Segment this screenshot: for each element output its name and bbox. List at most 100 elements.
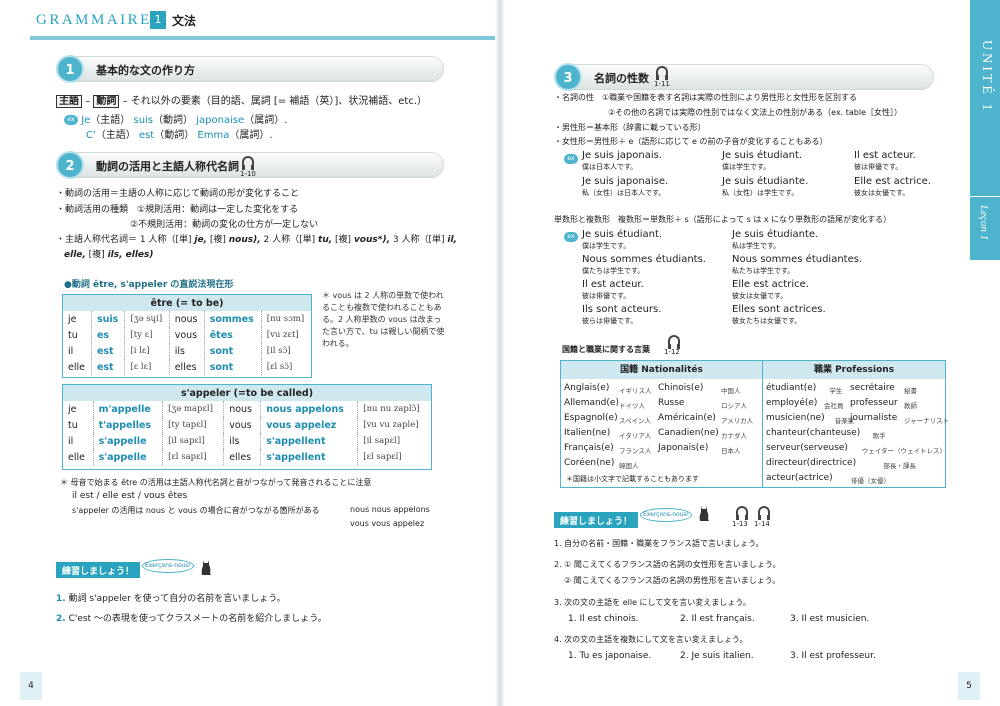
section-1-title: 基本的な文の作り方: [96, 64, 195, 77]
conjugation-row: elle s'appelle [ɛl sapɛl] elles s'appellent[…: [63, 449, 431, 465]
profession-jp: 会社員: [824, 402, 844, 410]
subject-pronoun: elle: [63, 449, 94, 465]
example-french: Je suis japonaise.: [582, 176, 669, 187]
nationality-jp: ドイツ人: [619, 402, 645, 410]
txt: 3 人称（[単]: [392, 235, 445, 245]
nationality-jp: 日本人: [721, 447, 741, 455]
practice-tag: 練習しましょう！: [554, 512, 639, 528]
q-num: 1.: [56, 594, 66, 604]
conjugation-row: il s'appelle [il sapɛl] ils s'appellent [il s…: [63, 433, 431, 449]
txt: [複]: [88, 250, 105, 260]
example-japanese: 私は学生です。: [732, 242, 781, 250]
book-gutter: [495, 0, 505, 706]
nationality-word: Allemand(e): [564, 398, 619, 408]
verb-form: s'appelle: [93, 449, 164, 465]
subject-tag: 主語: [56, 95, 82, 108]
verb-form: est: [91, 359, 126, 375]
pronunciation: [ɛl sɔ̃]: [266, 362, 293, 372]
practice-q4: 4. 次の文の主語を複数にして文を言い変えましょう。: [554, 635, 748, 644]
headphone-icon[interactable]: [242, 156, 254, 170]
grammar-header-jp: 文法: [172, 14, 197, 28]
q4-item-2: 2. Je suis italien.: [680, 651, 754, 661]
verb-form: es: [91, 327, 126, 343]
txt: [複]: [335, 235, 352, 245]
subject-pronoun: je: [63, 311, 92, 327]
ex1-word: japonaise: [196, 115, 245, 126]
practice-q2b: ② 聞こえてくるフランス語の名詞の男性形を言いましょう。: [564, 576, 781, 585]
gender-rule-2: ②その他の名詞では実際の性別ではなく文法上の性別がある（ex. table［女性…: [608, 108, 903, 117]
profession-word: employé(e): [766, 398, 818, 408]
grammar-header-title: GRAMMAIRE: [36, 12, 152, 28]
vocab-title: 国籍と職業に関する言葉: [562, 345, 650, 354]
nationality-word: Espagnol(e): [564, 413, 618, 423]
example-japanese: 僕は学生です。: [722, 163, 771, 171]
pronunciation: [vu zɛt]: [266, 330, 299, 340]
pronunciation: [nu sɔm]: [266, 314, 305, 324]
verb-form: sont: [204, 343, 262, 359]
track-number: 1-14: [754, 520, 770, 528]
subject-pronoun: elle: [63, 359, 92, 375]
section-2-number: 2: [56, 151, 84, 179]
profession-word: secrétaire: [850, 383, 895, 393]
example-japanese: 私（女性）は日本人です。: [582, 189, 666, 197]
ex2-word: C': [86, 130, 96, 141]
section-3-number: 3: [554, 63, 582, 91]
track-number: 1-11: [654, 80, 670, 88]
nationality-word: Coréen(ne): [564, 458, 615, 468]
track-number: 1-13: [732, 520, 748, 528]
dash: –: [85, 96, 91, 107]
cat-icon: [201, 560, 211, 575]
exercons-oval: Exerçons-nous!: [142, 559, 194, 573]
right-page: 3 名詞の性数 1-11 ・名詞の性 ①職業や国籍を表す名詞は実際の性別により男…: [500, 0, 1000, 706]
pronunciation: [ɛl sapɛl]: [162, 449, 225, 465]
subject-pronoun: ils: [223, 433, 262, 449]
ex-badge: ex: [564, 154, 578, 164]
example-french: Je suis étudiante.: [722, 176, 809, 187]
conjugation-row: je suis [ʒə sɥi] nous sommes [nu sɔm]: [63, 311, 311, 327]
verb-form: s'appellent: [260, 449, 359, 465]
subject-pronoun: vous: [223, 417, 262, 433]
conjugation-types: ・動詞活用の種類 ①規則活用：動詞は一定した変化をする: [56, 205, 299, 215]
headphone-icon[interactable]: [758, 506, 770, 520]
txt: nous),: [228, 235, 261, 245]
pronoun-line-1: ・主語人称代名詞＝ 1 人称（[単] je, [複] nous), 2 人称（[…: [56, 232, 457, 245]
section-3-title: 名詞の性数: [594, 72, 649, 85]
profession-word: musicien(ne): [766, 413, 825, 423]
example-french: Elle est actrice.: [854, 176, 931, 187]
example-french: Nous sommes étudiantes.: [732, 254, 863, 265]
profession-word: chanteur(chanteuse): [766, 428, 861, 438]
verb-form: êtes: [204, 327, 262, 343]
ex2-role: （主語）: [95, 130, 136, 141]
profession-word: acteur(actrice): [766, 473, 833, 483]
nationality-jp: イタリア人: [619, 432, 652, 440]
vous-note: ＊ vous は 2 人称の単数で使われることも複数で使われることもある。2 人…: [322, 291, 445, 348]
example-french: Ils sont acteurs.: [582, 304, 662, 315]
subject-pronoun: je: [63, 401, 94, 417]
headphone-icon[interactable]: [656, 66, 668, 80]
subject-pronoun: nous: [169, 311, 205, 327]
example-french: Je suis étudiant.: [722, 150, 803, 161]
liaison-appeler-note: s'appeler の活用は nous と vous の場合に音がつながる箇所が…: [72, 506, 320, 515]
ex1-word: Je: [81, 115, 91, 126]
example-french: Je suis japonais.: [582, 150, 662, 161]
liaison-nous: nous nous appelons: [350, 505, 430, 514]
track-number: 1-12: [664, 348, 680, 356]
etre-header: être (= to be): [63, 295, 311, 311]
q-text: C'est 〜の表現を使ってクラスメートの名前を紹介しましょう。: [68, 614, 327, 624]
example-japanese: 彼らは俳優です。: [582, 317, 638, 325]
headphone-icon[interactable]: [668, 335, 680, 349]
q3-item-1: 1. Il est chinois.: [568, 614, 639, 624]
subject-pronoun: tu: [63, 417, 94, 433]
txt: elle,: [64, 250, 86, 260]
vocab-divider: [762, 361, 763, 487]
example-french: Elles sont actrices.: [732, 304, 826, 315]
conjugation-row: il est [i lɛ] ils sont [il sɔ̃]: [63, 343, 311, 359]
gender-rule-1: ・名詞の性 ①職業や国籍を表す名詞は実際の性別により男性形と女性形を区別する: [554, 93, 858, 102]
pronunciation: [ʒə sɥi]: [124, 311, 170, 327]
headphone-icon[interactable]: [736, 506, 748, 520]
practice-q2a: 2. ① 聞こえてくるフランス語の名詞の女性形を言いましょう。: [554, 560, 781, 569]
nationality-word: Français(e): [564, 443, 614, 453]
grammar-header-number: 1: [150, 11, 166, 29]
pronunciation: [ty tapɛl]: [162, 417, 225, 433]
nationalities-header: 国籍 Nationalités: [561, 361, 762, 379]
